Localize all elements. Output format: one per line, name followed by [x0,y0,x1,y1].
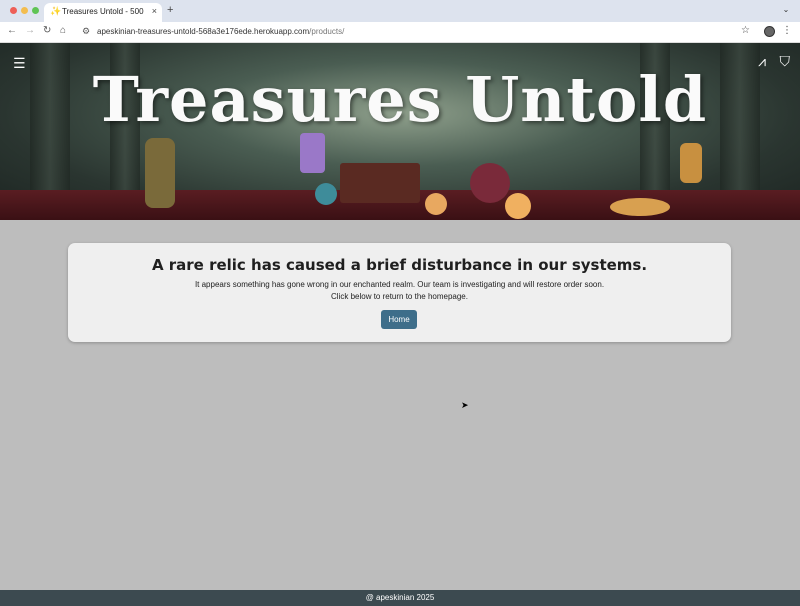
pitcher-decoration [145,138,175,208]
footer: @ apeskinian 2025 [0,590,800,606]
footer-copyright: @ apeskinian 2025 [365,593,435,602]
profile-avatar-icon[interactable] [764,26,775,37]
address-bar[interactable]: apeskinian-treasures-untold-568a3e176ede… [97,27,344,36]
book-decoration [340,163,420,203]
crystal-decoration [300,133,325,173]
home-button[interactable]: Home [381,310,417,329]
browser-tab[interactable]: ✨ Treasures Untold - 500 × [44,3,162,22]
browser-toolbar: ← → ↻ ⌂ ⚙ apeskinian-treasures-untold-56… [0,22,800,43]
favicon-icon: ✨ [50,6,62,16]
candles-decoration [610,198,670,216]
potion-decoration [470,163,510,203]
maximize-window-button[interactable] [32,7,39,14]
home-icon[interactable]: ⌂ [60,25,66,36]
browser-tab-bar: ✨ Treasures Untold - 500 × + ⌄ [0,0,800,22]
url-host: apeskinian-treasures-untold-568a3e176ede… [97,27,310,36]
back-icon[interactable]: ← [7,25,17,36]
close-window-button[interactable] [10,7,17,14]
bookmark-star-icon[interactable]: ☆ [741,25,750,36]
tab-close-icon[interactable]: × [152,6,157,16]
reload-icon[interactable]: ↻ [43,25,51,36]
mouse-cursor-icon: ➤ [461,400,469,410]
browser-menu-icon[interactable]: ⋮ [782,25,792,36]
new-tab-icon[interactable]: + [167,4,173,16]
bottle-decoration [680,143,702,183]
hero-banner: ☰ ⩘ ⛉ Treasures Untold [0,43,800,220]
minimize-window-button[interactable] [21,7,28,14]
tab-title: Treasures Untold - 500 [62,7,144,16]
error-card: A rare relic has caused a brief disturba… [68,243,731,342]
error-description: It appears something has gone wrong in o… [194,280,605,289]
site-title[interactable]: Treasures Untold [0,63,800,136]
error-instruction: Click below to return to the homepage. [331,292,468,301]
gem-decoration [315,183,337,205]
forward-icon[interactable]: → [25,25,35,36]
candle-decoration [505,193,531,219]
site-info-icon[interactable]: ⚙ [82,26,90,37]
orb-decoration [425,193,447,215]
tab-search-icon[interactable]: ⌄ [780,4,792,16]
url-path: /products/ [309,27,345,36]
error-heading: A rare relic has caused a brief disturba… [151,256,648,274]
main-content: A rare relic has caused a brief disturba… [0,220,800,590]
